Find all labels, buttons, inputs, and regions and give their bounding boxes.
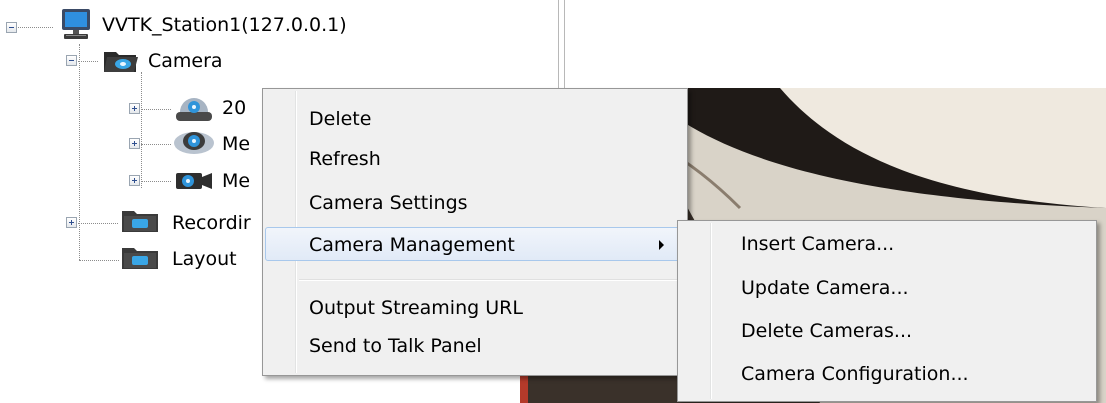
collapse-station-toggle[interactable] xyxy=(6,22,17,33)
tree-connector xyxy=(18,27,53,28)
folder-icon xyxy=(120,208,160,234)
context-menu: Delete Refresh Camera Settings Camera Ma… xyxy=(262,88,688,376)
station-node-label[interactable]: VVTK_Station1(127.0.0.1) xyxy=(102,14,347,36)
expand-camera-2-toggle[interactable] xyxy=(129,138,140,149)
menu-item-camera-management[interactable]: Camera Management xyxy=(265,227,685,261)
expand-camera-3-toggle[interactable] xyxy=(129,175,140,186)
menu-item-output-streaming-url[interactable]: Output Streaming URL xyxy=(265,291,685,325)
camera-1-label[interactable]: 20 xyxy=(222,97,246,119)
tree-connector xyxy=(79,44,80,260)
recording-node-label[interactable]: Recordir xyxy=(172,212,251,234)
menu-item-camera-settings[interactable]: Camera Settings xyxy=(265,186,685,220)
menu-item-update-camera[interactable]: Update Camera... xyxy=(680,271,1094,305)
tree-connector xyxy=(141,144,171,145)
menu-item-delete-cameras[interactable]: Delete Cameras... xyxy=(680,314,1094,348)
computer-monitor-icon xyxy=(58,6,94,42)
menu-item-label: Camera Management xyxy=(309,234,515,256)
menu-item-label: Send to Talk Panel xyxy=(309,335,482,357)
tree-connector xyxy=(78,223,118,224)
expand-recording-toggle[interactable] xyxy=(66,217,77,228)
box-camera-icon xyxy=(174,169,214,193)
menu-item-label: Delete Cameras... xyxy=(741,320,913,342)
menu-separator xyxy=(299,279,683,281)
menu-item-label: Camera Configuration... xyxy=(741,363,969,385)
tree-connector xyxy=(141,181,171,182)
menu-item-label: Output Streaming URL xyxy=(309,297,523,319)
menu-item-insert-camera[interactable]: Insert Camera... xyxy=(680,227,1094,261)
menu-item-label: Delete xyxy=(309,108,372,130)
open-folder-camera-icon xyxy=(102,48,140,74)
menu-item-refresh[interactable]: Refresh xyxy=(265,142,685,176)
menu-item-delete[interactable]: Delete xyxy=(265,102,685,136)
menu-item-label: Update Camera... xyxy=(741,277,909,299)
expand-camera-1-toggle[interactable] xyxy=(129,103,140,114)
menu-item-label: Camera Settings xyxy=(309,192,468,214)
tree-connector xyxy=(141,109,171,110)
camera-management-submenu: Insert Camera... Update Camera... Delete… xyxy=(677,220,1097,402)
menu-item-label: Refresh xyxy=(309,148,381,170)
layout-node-label[interactable]: Layout xyxy=(172,248,237,270)
folder-icon xyxy=(120,245,160,271)
camera-group-label[interactable]: Camera xyxy=(148,50,223,72)
collapse-camera-toggle[interactable] xyxy=(66,55,77,66)
menu-item-label: Insert Camera... xyxy=(741,233,895,255)
tree-connector xyxy=(141,72,142,188)
tree-connector xyxy=(79,260,119,261)
camera-2-label[interactable]: Me xyxy=(222,133,250,155)
chevron-right-icon xyxy=(659,240,664,250)
dome-camera-icon xyxy=(174,92,214,126)
fisheye-camera-icon xyxy=(172,125,216,161)
camera-3-label[interactable]: Me xyxy=(222,170,250,192)
menu-item-send-to-talk-panel[interactable]: Send to Talk Panel xyxy=(265,329,685,363)
tree-connector xyxy=(78,61,98,62)
menu-item-camera-configuration[interactable]: Camera Configuration... xyxy=(680,357,1094,391)
